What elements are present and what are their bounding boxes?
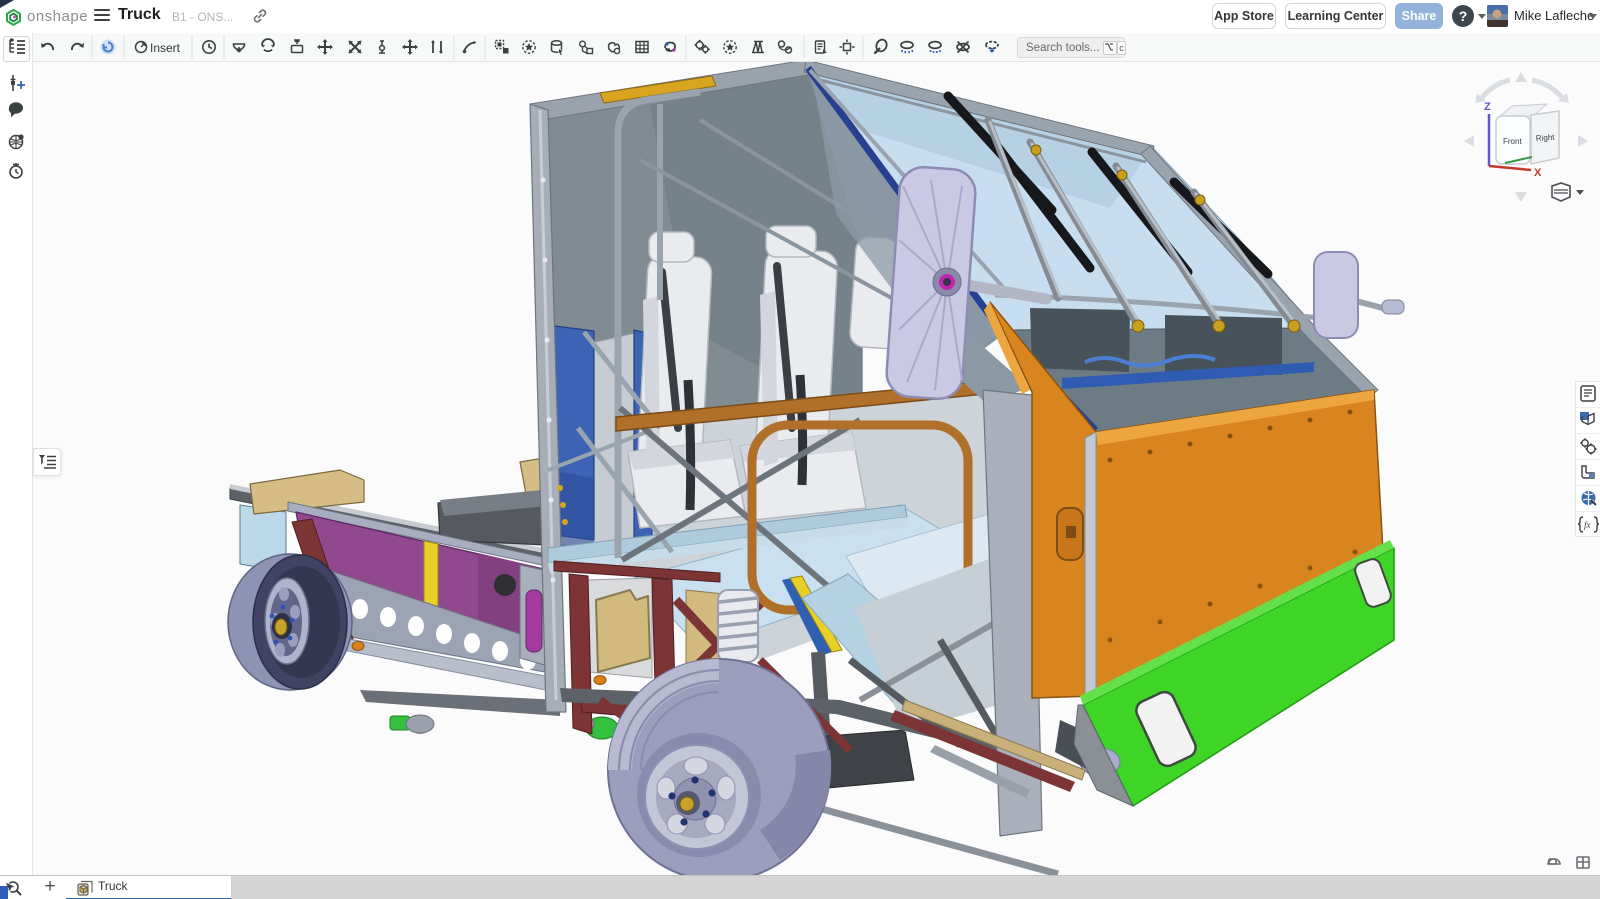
svg-text:X: X (1534, 167, 1542, 179)
svg-text:Front: Front (1503, 137, 1522, 146)
svg-text:Z: Z (1484, 101, 1491, 113)
svg-text:Right: Right (1536, 133, 1556, 143)
svg-text:fx: fx (1584, 520, 1591, 530)
